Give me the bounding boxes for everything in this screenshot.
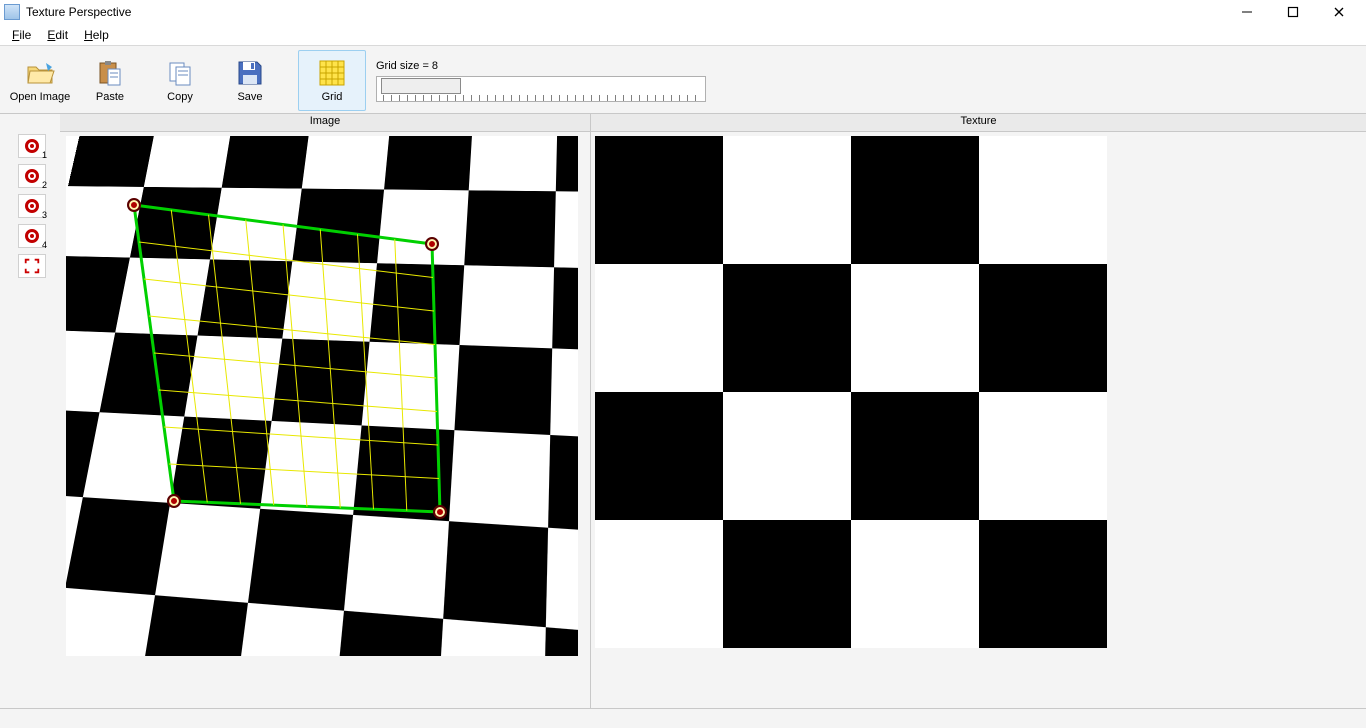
- control-point-2[interactable]: [425, 237, 439, 251]
- control-point-1[interactable]: [127, 198, 141, 212]
- panes: Image Texture: [60, 114, 1366, 708]
- expand-icon: [23, 257, 41, 275]
- copy-button[interactable]: Copy: [146, 50, 214, 111]
- image-pane-header: Image: [60, 114, 590, 132]
- image-pane: Image: [60, 114, 590, 708]
- app-icon: [4, 4, 20, 20]
- menu-edit[interactable]: Edit: [39, 26, 76, 44]
- open-image-button[interactable]: Open Image: [6, 50, 74, 111]
- grid-label: Grid: [322, 91, 343, 103]
- grid-size-label: Grid size = 8: [376, 60, 706, 72]
- window-title: Texture Perspective: [26, 5, 131, 19]
- menu-edit-rest: dit: [55, 28, 68, 42]
- texture-canvas[interactable]: [595, 136, 1107, 648]
- grid-size-control: Grid size = 8: [376, 50, 706, 111]
- open-image-label: Open Image: [10, 91, 71, 103]
- texture-pane-body: [591, 132, 1366, 708]
- toolbar: Open Image Paste Copy Save Grid Grid siz…: [0, 46, 1366, 114]
- control-point-3[interactable]: [167, 494, 181, 508]
- corner-2-button[interactable]: 2: [18, 164, 46, 188]
- save-button[interactable]: Save: [216, 50, 284, 111]
- corner-4-sub: 4: [42, 240, 47, 250]
- target-icon: [25, 139, 39, 153]
- close-button[interactable]: [1316, 0, 1362, 24]
- paste-button[interactable]: Paste: [76, 50, 144, 111]
- main-area: 1 2 3 4 Image: [0, 114, 1366, 708]
- control-point-4[interactable]: [433, 505, 447, 519]
- copy-icon: [164, 57, 196, 89]
- target-icon: [25, 169, 39, 183]
- menu-file-rest: ile: [19, 28, 31, 42]
- save-label: Save: [237, 91, 262, 103]
- corner-3-button[interactable]: 3: [18, 194, 46, 218]
- copy-label: Copy: [167, 91, 193, 103]
- image-canvas[interactable]: [66, 136, 578, 656]
- slider-ticks: [383, 95, 699, 101]
- perspective-wrap: [66, 136, 578, 656]
- paste-label: Paste: [96, 91, 124, 103]
- menu-help[interactable]: Help: [76, 26, 117, 44]
- texture-pane-header: Texture: [591, 114, 1366, 132]
- tool-panel: 1 2 3 4: [0, 114, 60, 708]
- corner-1-button[interactable]: 1: [18, 134, 46, 158]
- grid-icon: [316, 57, 348, 89]
- menu-help-rest: elp: [93, 28, 109, 42]
- save-icon: [234, 57, 266, 89]
- corner-2-sub: 2: [42, 180, 47, 190]
- target-icon: [25, 229, 39, 243]
- slider-thumb[interactable]: [381, 78, 461, 94]
- corner-3-sub: 3: [42, 210, 47, 220]
- titlebar: Texture Perspective: [0, 0, 1366, 24]
- grid-size-slider[interactable]: [376, 76, 706, 102]
- image-pane-body: [60, 132, 590, 708]
- corner-1-sub: 1: [42, 150, 47, 160]
- minimize-button[interactable]: [1224, 0, 1270, 24]
- maximize-button[interactable]: [1270, 0, 1316, 24]
- folder-open-icon: [24, 57, 56, 89]
- fit-button[interactable]: [18, 254, 46, 278]
- target-icon: [25, 199, 39, 213]
- statusbar: [0, 708, 1366, 728]
- source-checkerboard: [66, 136, 578, 656]
- texture-pane: Texture: [590, 114, 1366, 708]
- menu-file[interactable]: File: [4, 26, 39, 44]
- result-checkerboard: [595, 136, 1107, 648]
- grid-button[interactable]: Grid: [298, 50, 366, 111]
- menubar: File Edit Help: [0, 24, 1366, 46]
- paste-icon: [94, 57, 126, 89]
- corner-4-button[interactable]: 4: [18, 224, 46, 248]
